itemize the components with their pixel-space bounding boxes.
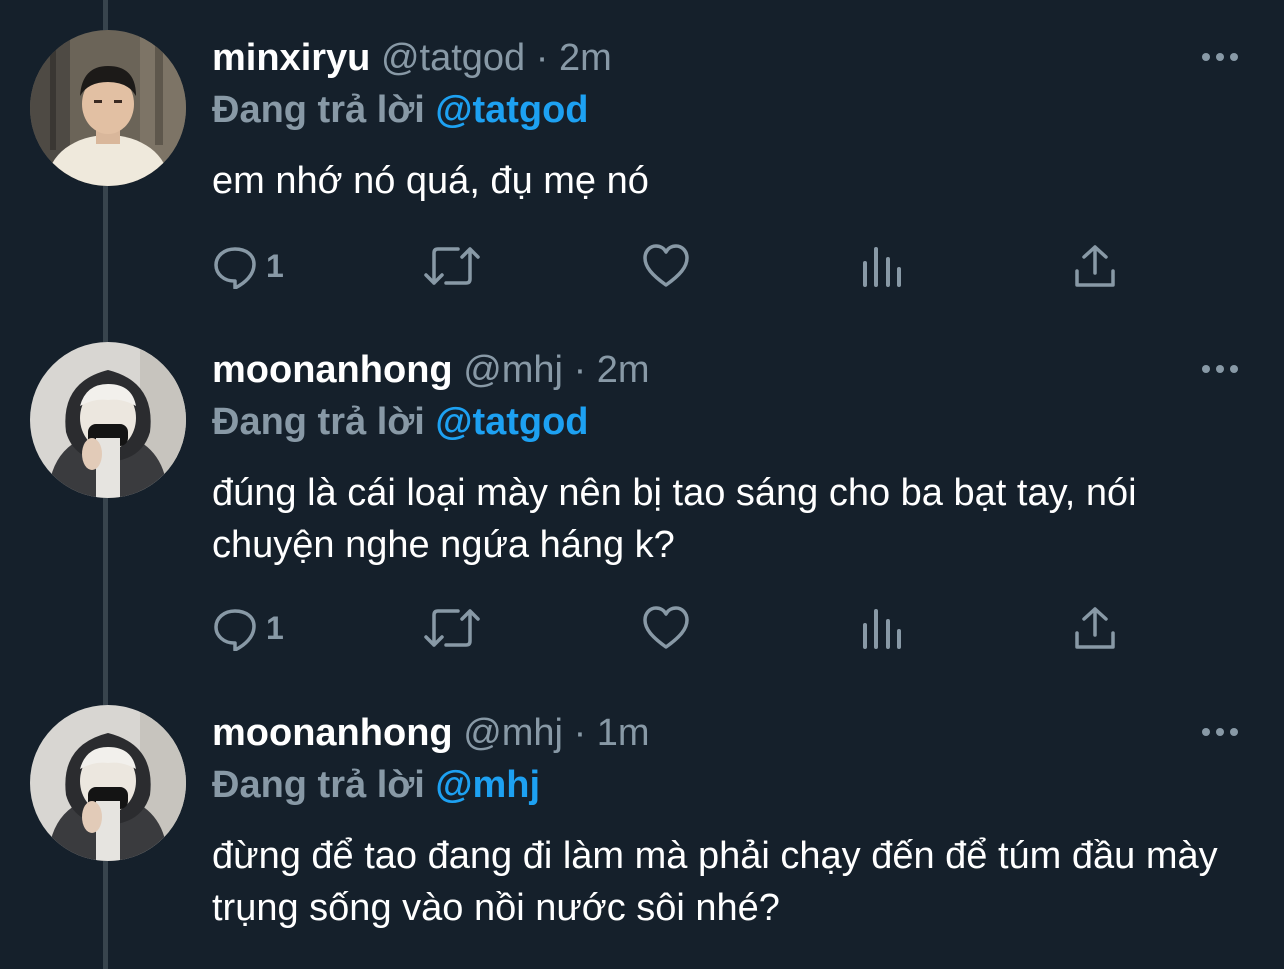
replying-to: Đang trả lời @mhj [212, 763, 540, 807]
share-icon [1074, 605, 1116, 651]
replying-to: Đang trả lời @tatgod [212, 88, 589, 132]
tweet-text: đừng để tao đang đi làm mà phải chạy đến… [212, 835, 1218, 929]
share-button[interactable] [1074, 605, 1116, 651]
like-icon [642, 605, 690, 651]
replying-to-label: Đang trả lời [212, 401, 425, 443]
display-name[interactable]: moonanhong [212, 712, 453, 754]
display-name[interactable]: moonanhong [212, 349, 453, 391]
separator: · [573, 349, 587, 391]
replying-to-link[interactable]: @tatgod [435, 89, 588, 131]
timestamp[interactable]: 2m [559, 37, 612, 79]
more-icon[interactable] [1200, 359, 1240, 379]
tweet-actions: 1 [212, 243, 1212, 289]
analytics-button[interactable] [862, 605, 902, 651]
more-icon[interactable] [1200, 47, 1240, 67]
analytics-icon [862, 243, 902, 289]
handle[interactable]: @mhj [463, 349, 563, 391]
replying-to-link[interactable]: @mhj [435, 764, 540, 806]
replying-to-link[interactable]: @tatgod [435, 401, 588, 443]
like-button[interactable] [642, 243, 690, 289]
separator: · [573, 712, 587, 754]
reply-icon [212, 243, 258, 289]
like-icon [642, 243, 690, 289]
analytics-icon [862, 605, 902, 651]
more-icon[interactable] [1200, 722, 1240, 742]
retweet-icon [424, 605, 480, 651]
tweet-text: đúng là cái loại mày nên bị tao sáng cho… [212, 472, 1137, 566]
tweet-actions: 1 [212, 605, 1212, 651]
share-button[interactable] [1074, 243, 1116, 289]
tweet-header: moonanhong @mhj · 2m [212, 348, 650, 392]
tweet-text: em nhớ nó quá, đụ mẹ nó [212, 160, 649, 202]
avatar[interactable] [30, 30, 186, 186]
timestamp[interactable]: 1m [597, 712, 650, 754]
reply-button[interactable]: 1 [212, 605, 284, 651]
retweet-button[interactable] [424, 243, 480, 289]
reply-button[interactable]: 1 [212, 243, 284, 289]
retweet-icon [424, 243, 480, 289]
display-name[interactable]: minxiryu [212, 37, 370, 79]
handle[interactable]: @mhj [463, 712, 563, 754]
avatar[interactable] [30, 705, 186, 861]
reply-count: 1 [266, 247, 284, 284]
retweet-button[interactable] [424, 605, 480, 651]
like-button[interactable] [642, 605, 690, 651]
reply-icon [212, 605, 258, 651]
analytics-button[interactable] [862, 243, 902, 289]
share-icon [1074, 243, 1116, 289]
separator: · [535, 37, 549, 79]
reply-count: 1 [266, 609, 284, 646]
tweet-header: moonanhong @mhj · 1m [212, 711, 650, 755]
replying-to-label: Đang trả lời [212, 764, 425, 806]
avatar[interactable] [30, 342, 186, 498]
replying-to: Đang trả lời @tatgod [212, 400, 589, 444]
tweet-header: minxiryu @tatgod · 2m [212, 36, 612, 80]
handle[interactable]: @tatgod [381, 37, 525, 79]
timestamp[interactable]: 2m [597, 349, 650, 391]
replying-to-label: Đang trả lời [212, 89, 425, 131]
